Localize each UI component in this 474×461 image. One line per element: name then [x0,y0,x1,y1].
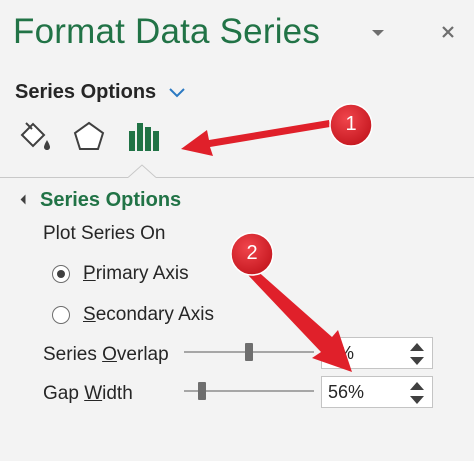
tab-series-options[interactable] [124,118,162,156]
annotation-arrow-1 [181,120,330,156]
gap-width-slider[interactable] [184,382,314,400]
series-overlap-label: Series Overlap [43,344,169,365]
close-button[interactable] [436,20,460,44]
spin-up-icon [410,382,424,390]
caret-down-icon [372,30,384,36]
tab-divider-right [156,177,474,178]
format-data-series-pane: Format Data Series Series Options Series… [0,0,474,461]
spin-down-icon [410,396,424,404]
pane-title: Format Data Series [13,12,321,51]
series-overlap-input[interactable] [322,339,406,367]
spin-down-icon [410,357,424,365]
primary-axis-radio[interactable]: Primary Axis [52,262,189,286]
paint-bucket-icon [20,122,50,150]
primary-axis-label: Primary Axis [83,263,189,284]
series-overlap-slider[interactable] [184,343,314,361]
section-series-options[interactable]: Series Options [20,188,182,212]
series-options-dropdown[interactable]: Series Options [15,80,186,104]
decrement-button[interactable] [408,394,426,406]
section-title: Series Options [40,188,182,211]
annotation-badge-1-label: 1 [345,113,357,135]
secondary-axis-label: Secondary Axis [83,304,214,325]
gap-width-label: Gap Width [43,383,133,404]
close-icon [442,26,454,38]
increment-button[interactable] [408,341,426,353]
options-header-label: Series Options [15,80,157,103]
tab-effects[interactable] [70,118,108,156]
gap-width-input[interactable] [322,378,406,406]
slider-thumb[interactable] [198,382,206,400]
selected-tab-notch [128,164,156,178]
spin-up-icon [410,343,424,351]
secondary-axis-radio[interactable]: Secondary Axis [52,303,214,327]
chevron-down-icon [168,87,186,98]
collapse-triangle-icon [20,194,31,204]
gap-width-spinner[interactable] [321,376,433,408]
secondary-axis-radio-button[interactable] [52,306,70,324]
slider-thumb[interactable] [245,343,253,361]
annotation-badge-2-label: 2 [246,242,258,264]
plot-series-on-label: Plot Series On [43,223,166,244]
bar-chart-icon [129,123,159,151]
tab-divider [0,177,128,178]
tab-fill-line[interactable] [16,118,54,156]
decrement-button[interactable] [408,355,426,367]
series-overlap-spinner[interactable] [321,337,433,369]
pane-options-dropdown[interactable] [368,26,388,40]
increment-button[interactable] [408,380,426,392]
primary-axis-radio-button[interactable] [52,265,70,283]
pentagon-icon [73,121,105,150]
